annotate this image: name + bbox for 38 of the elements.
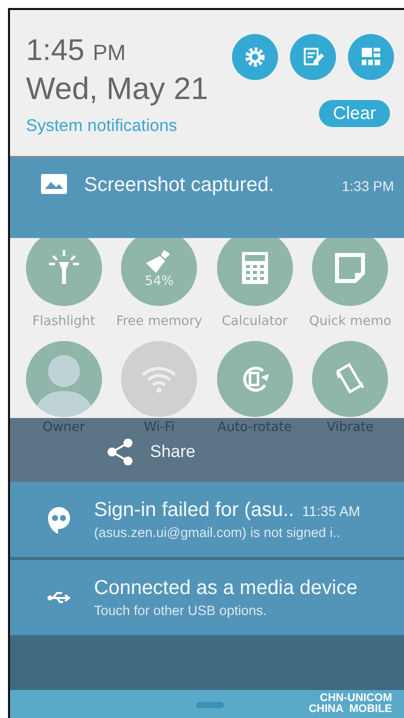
notification-time: 11:35 AM: [302, 503, 360, 519]
carrier-name: CHN-UNICOM: [320, 693, 392, 704]
quick-setting-button[interactable]: 54%: [121, 238, 198, 306]
image-icon: [41, 174, 67, 194]
usb-icon: [47, 590, 71, 604]
quick-setting-label: Free memory: [116, 314, 202, 329]
quick-setting-label: Quick memo: [309, 314, 392, 329]
carrier-name: CHINA MOBILE: [308, 704, 392, 715]
notification-time: 1:33 PM: [342, 178, 394, 194]
notification-card[interactable]: Screenshot captured. 1:33 PM: [10, 158, 404, 238]
notification-title: Sign-in failed for (asu..: [94, 499, 294, 522]
system-notifications-link[interactable]: System notifications: [26, 116, 232, 136]
quick-setting-label: Calculator: [222, 314, 288, 329]
note-icon: [335, 253, 366, 283]
share-button[interactable]: Share: [106, 438, 196, 466]
notification-title: Screenshot captured.: [84, 174, 276, 197]
notification-card[interactable]: Connected as a media device Touch for other USB options.: [10, 560, 404, 638]
drag-handle[interactable]: [196, 702, 224, 708]
notification-text: (asus.zen.ui@gmail.com) is not signed i..: [94, 525, 342, 540]
notification-text: Touch for other USB options.: [94, 603, 268, 618]
vibrate-icon: [334, 362, 366, 396]
date-text: Wed, May 21: [26, 70, 210, 108]
edit-icon: [302, 46, 324, 68]
notification-title: Connected as a media device: [94, 577, 358, 600]
notification-card[interactable]: Sign-in failed for (asu.. 11:35 AM (asus.zen.ui@gmail.com) is not signed i..: [10, 482, 404, 560]
memory-percent: 54%: [144, 274, 174, 288]
apps-button[interactable]: [348, 34, 394, 80]
wifi-icon: [141, 364, 178, 392]
calculator-icon: [242, 252, 268, 284]
chat-icon: [47, 506, 71, 534]
settings-icon: [244, 46, 266, 68]
share-icon: [106, 438, 134, 466]
settings-button[interactable]: [232, 34, 278, 80]
clear-button[interactable]: Clear: [318, 100, 390, 127]
grid-icon: [360, 46, 382, 68]
clock-time: 1:45 PM: [26, 34, 127, 69]
quick-setting-label: Flashlight: [32, 314, 96, 329]
edit-button[interactable]: [290, 34, 336, 80]
